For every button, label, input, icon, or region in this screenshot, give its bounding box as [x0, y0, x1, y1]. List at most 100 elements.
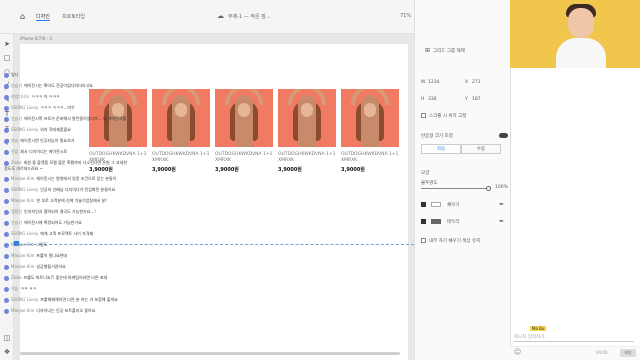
product-photo	[215, 89, 273, 147]
chat-message: 연습 ㅋㅋ ㅋㅋ	[4, 286, 128, 292]
document-title[interactable]: 무제-1 — 작은 점...	[228, 13, 271, 20]
layers-icon[interactable]: ◫	[3, 334, 11, 342]
tab-prototype[interactable]: 프로토타입	[62, 13, 85, 20]
chat-username: Manjae Kim	[11, 176, 35, 181]
chat-username: Manjae Kim	[11, 308, 35, 313]
avatar-icon	[4, 198, 9, 204]
property-inspector: ⊞ 그리드 그룹 해제 W 1234 X 271 H 336 Y 187 스크롤…	[414, 0, 510, 360]
chat-message: 현업다녀오 ㅋㅋㅋ 아 ㅋㅋㅋ	[4, 94, 128, 100]
opacity-value[interactable]: 100%	[495, 185, 508, 190]
highlight-user-badge: Mo Bu	[530, 326, 547, 331]
manual-button[interactable]: 수동	[461, 144, 501, 154]
avatar-icon	[4, 242, 9, 248]
product-price: 3,9000원	[152, 167, 176, 173]
product-photo	[278, 89, 336, 147]
chat-message: 연습 에이전시면 인공지능이 필요하거	[4, 138, 128, 144]
y-field[interactable]: 187	[472, 97, 481, 102]
x-field[interactable]: 271	[472, 80, 481, 85]
rectangle-tool-icon[interactable]: □	[3, 54, 11, 62]
chat-message: 연습가 에이전시에 확정되어도 가능한가요	[4, 220, 128, 226]
select-tool-icon[interactable]: ➤	[3, 40, 11, 48]
avatar-icon	[4, 116, 9, 122]
chat-message: 있다	[4, 72, 128, 78]
chat-message: SSONG Lively 프롤해제해지면 다른 분 하는 거 포함해 볼까요	[4, 297, 128, 303]
fix-position-checkbox[interactable]	[421, 113, 426, 118]
fill-eyedropper-icon[interactable]: ✒	[499, 201, 504, 208]
chat-message: 연습 회사 디자이너는 에이전시로	[4, 149, 128, 155]
avatar-icon	[4, 127, 9, 133]
chat-text: 한 부로 고객분에 신에 기술기업실에서 분!	[36, 198, 107, 203]
horizontal-scrollbar[interactable]	[20, 352, 400, 355]
emoji-icon[interactable]: ☺	[514, 348, 521, 356]
avatar-icon	[4, 187, 9, 193]
product-price: 3,9000원	[215, 167, 239, 173]
chat-message: Manjae Kim 디자이너는 인공 포트폴리오 좋아요	[4, 308, 128, 314]
auto-button[interactable]: 자동	[421, 144, 461, 154]
chat-text: 에이전시에 확정되어도 가능한가요	[24, 220, 82, 225]
webcam-feed	[510, 0, 640, 68]
w-label: W	[421, 80, 426, 85]
opacity-slider-knob[interactable]	[486, 186, 491, 191]
avatar-icon	[4, 220, 9, 226]
chat-text: 그림도	[36, 242, 48, 247]
chat-username: Manjae Kim	[11, 198, 35, 203]
chat-message: SSONG Lively 에게 고객 프로젝트 사이 자격제	[4, 231, 128, 237]
chat-username: SSONG Lively	[11, 105, 39, 110]
avatar-icon	[4, 297, 9, 303]
chat-text: ㅋㅋ ㅋㅋ	[20, 286, 37, 291]
chat-send-button[interactable]: 채팅	[620, 349, 636, 357]
ungroup-grid-button[interactable]: 그리드 그룹 해제	[433, 48, 465, 54]
avatar-icon	[4, 149, 9, 155]
chat-username: SSONG Lively	[11, 127, 39, 132]
chat-username: Manjae Kim	[11, 242, 35, 247]
avatar-icon	[4, 231, 9, 237]
zoom-level[interactable]: 71%	[400, 13, 411, 19]
chat-username: 연습가	[11, 116, 23, 121]
fill-checkbox[interactable]	[421, 202, 426, 207]
chat-username: 연습가	[11, 220, 23, 225]
avatar-icon	[4, 275, 9, 281]
chat-message: Zisko 회원 중 플랫폼 모델 불문 혹평까지 다소된다면 온원 그 자세한 …	[4, 160, 128, 171]
border-eyedropper-icon[interactable]: ✒	[499, 218, 504, 225]
chat-text: 디자이너는 인공 포트폴리오 좋아요	[36, 308, 96, 313]
avatar-icon	[4, 105, 9, 111]
chat-username: SSONG Lively	[11, 187, 39, 192]
opacity-slider[interactable]	[421, 188, 489, 189]
avatar-icon	[4, 72, 9, 78]
chat-text: 프롤해제해지면 다른 분 하는 거 포함해 볼까요	[40, 297, 118, 302]
cloud-icon: ☁	[217, 12, 224, 20]
artboard-name[interactable]: iPhone 6/7/8 – 1	[20, 36, 52, 41]
avatar-icon	[4, 286, 9, 292]
chat-text: 외자 작대제품을요	[40, 127, 71, 132]
chat-username: 캠핑진	[11, 209, 23, 214]
home-icon[interactable]: ⌂	[20, 12, 25, 21]
avatar-icon	[4, 253, 9, 259]
width-field[interactable]: 1234	[428, 80, 439, 85]
inner-fill-checkbox[interactable]	[421, 238, 426, 243]
avatar-icon	[4, 176, 9, 182]
border-checkbox[interactable]	[421, 219, 426, 224]
product-title: OUTDOGHKWKDVNA 1+1 XMRXK	[278, 152, 336, 163]
product-title: OUTDOGHKWKDVNA 1+1 XMRXK	[215, 152, 273, 163]
chat-message: Manjae Kim 성공했을거같아요	[4, 264, 128, 270]
fix-position-label: 스크롤 시 위치 고정	[429, 114, 467, 119]
assets-icon[interactable]: ❖	[3, 348, 11, 356]
fill-swatch[interactable]	[431, 202, 441, 207]
avatar-icon	[4, 209, 9, 215]
tab-design[interactable]: 디자인	[36, 13, 50, 21]
chat-text: 회사 디자이너는 에이전시로	[20, 149, 68, 154]
height-field[interactable]: 336	[428, 97, 437, 102]
chat-input[interactable]: 메시지 입력하기...	[514, 334, 634, 342]
chat-message: SSONG Lively ㅋㅋㅋ ㅋㅋㅋ...미우	[4, 105, 128, 111]
chat-text: 있다	[11, 72, 19, 77]
avatar-icon	[4, 94, 9, 100]
chat-text: ㅋㅋㅋ 아 ㅋㅋㅋ	[31, 94, 60, 99]
chat-message: SSONG Lively 외자 작대제품을요	[4, 127, 128, 133]
chat-message: 캠핑진 인지지인과 협력되어 결국도 가능한가요...!	[4, 209, 128, 215]
chat-username: 연습	[11, 138, 19, 143]
chat-text: 인지지인과 협력되어 결국도 가능한가요...!	[24, 209, 96, 214]
chat-message: 연습가 에이전시쪽 프로가 준비해서 발란중이었다가... 왜 에이전시를	[4, 116, 128, 122]
border-swatch[interactable]	[431, 219, 441, 224]
repeat-grid-icon: ⊞	[425, 47, 431, 54]
responsive-toggle[interactable]	[499, 133, 508, 138]
